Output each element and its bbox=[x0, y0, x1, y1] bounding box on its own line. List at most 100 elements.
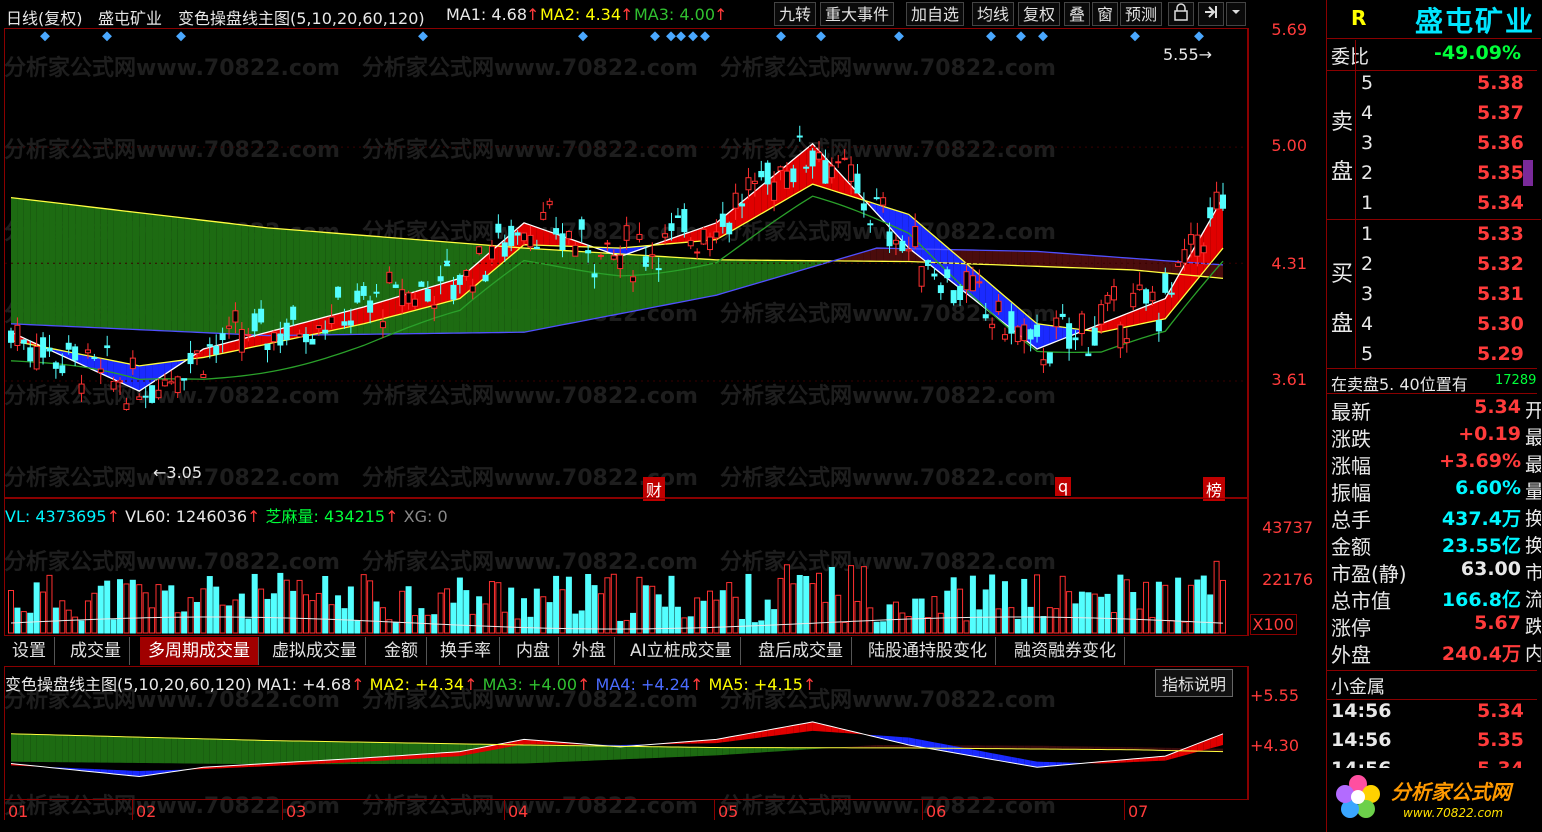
candle-body bbox=[989, 323, 996, 329]
tab-5[interactable]: 换手率 bbox=[432, 637, 500, 665]
candle-body bbox=[931, 273, 938, 277]
tab-0[interactable]: 设置 bbox=[4, 637, 55, 665]
volume-bar bbox=[290, 590, 297, 634]
jump-end-icon[interactable] bbox=[1198, 2, 1224, 26]
candle-body bbox=[206, 344, 213, 347]
ma-fast-ribbon bbox=[440, 282, 448, 304]
mini-ribbon bbox=[511, 744, 518, 764]
moving-average-button[interactable]: 均线 bbox=[972, 2, 1015, 26]
candle-body bbox=[540, 211, 547, 220]
candle-body bbox=[424, 288, 431, 302]
candle-body bbox=[860, 203, 867, 211]
ma-ribbon-segment bbox=[1133, 258, 1140, 271]
mini-ribbon bbox=[23, 734, 31, 762]
tab-2[interactable]: 多周期成交量 bbox=[140, 637, 259, 665]
tab-7[interactable]: 外盘 bbox=[564, 637, 615, 665]
mini-ribbon bbox=[549, 745, 557, 763]
volume-bar bbox=[1098, 596, 1105, 634]
period-label[interactable]: 日线(复权) bbox=[6, 5, 83, 29]
sector-name[interactable]: 小金属 bbox=[1331, 673, 1385, 699]
volume-bar bbox=[1091, 593, 1098, 634]
mini-ribbon bbox=[600, 745, 608, 761]
ma-ribbon-segment bbox=[1030, 251, 1038, 267]
chevron-down-icon[interactable] bbox=[1226, 2, 1246, 26]
volume-bar bbox=[700, 600, 707, 634]
tab-4[interactable]: 金额 bbox=[376, 637, 427, 665]
candle-body bbox=[1001, 334, 1008, 340]
mini-ribbon bbox=[697, 747, 704, 757]
tick-price: 5.34 bbox=[1477, 700, 1524, 722]
volume-bar bbox=[418, 608, 425, 634]
volume-bar bbox=[392, 621, 399, 634]
volume-bar bbox=[809, 583, 816, 634]
volume-bar bbox=[642, 585, 649, 634]
month-tick bbox=[132, 800, 133, 820]
stat-label: 外盘 bbox=[1331, 643, 1371, 667]
candle-body bbox=[578, 219, 585, 230]
candle-body bbox=[572, 244, 579, 257]
main-kline-pane[interactable]: ←3.05 5.55→ 财 q 榜 bbox=[4, 28, 1248, 501]
major-events-button[interactable]: 重大事件 bbox=[820, 2, 895, 26]
stat-label: 涨跌 bbox=[1331, 427, 1371, 451]
candle-body bbox=[1220, 194, 1226, 209]
overlay-button[interactable]: 叠 bbox=[1064, 2, 1091, 26]
candle-body bbox=[437, 276, 444, 282]
volume-bar bbox=[1008, 607, 1015, 634]
lock-icon[interactable] bbox=[1168, 2, 1194, 26]
ma-ribbon-segment bbox=[876, 248, 884, 262]
signal-diamond-icon bbox=[1016, 31, 1026, 42]
ma-ribbon-segment bbox=[120, 210, 127, 330]
mini-ribbon bbox=[517, 744, 525, 764]
overview-pane[interactable]: 变色操盘线主图(5,10,20,60,120) MA1: +4.68↑ MA2:… bbox=[4, 666, 1248, 800]
tab-8[interactable]: AI立桩成交量 bbox=[622, 637, 741, 665]
candle-body bbox=[585, 250, 592, 254]
forecast-button[interactable]: 预测 bbox=[1120, 2, 1163, 26]
sector-row[interactable]: 小金属 bbox=[1327, 670, 1537, 700]
volume-bar bbox=[1078, 591, 1085, 634]
overview-axis: +5.55 +4.30 bbox=[1248, 666, 1327, 800]
volume-bar bbox=[91, 592, 98, 634]
volume-bar bbox=[117, 579, 124, 634]
add-watchlist-button[interactable]: 加自选 bbox=[906, 2, 965, 26]
volume-bar bbox=[732, 596, 739, 634]
volume-pane[interactable]: VL: 4373695↑ VL60: 1246036↑ 芝麻量: 434215↑… bbox=[4, 498, 1248, 636]
volume-bar bbox=[270, 593, 277, 634]
month-label: 02 bbox=[136, 802, 157, 821]
window-button[interactable]: 窗 bbox=[1092, 2, 1119, 26]
panel-header: R 盛屯矿业 bbox=[1327, 0, 1541, 39]
mini-ribbon bbox=[665, 746, 672, 758]
candlestick-chart[interactable] bbox=[5, 29, 1247, 497]
candle-body bbox=[822, 160, 829, 184]
volume-bar bbox=[213, 586, 220, 634]
volume-bar bbox=[764, 599, 771, 634]
ma-ribbon-segment bbox=[1043, 251, 1050, 267]
tab-1[interactable]: 成交量 bbox=[62, 637, 130, 665]
tab-11[interactable]: 融资融券变化 bbox=[1006, 637, 1125, 665]
candle-body bbox=[418, 281, 425, 287]
volume-bar bbox=[1046, 607, 1053, 634]
q-marker[interactable]: q bbox=[1055, 477, 1072, 496]
volume-bar bbox=[46, 574, 53, 634]
candle-body bbox=[995, 300, 1002, 313]
month-tick bbox=[922, 800, 923, 820]
jiuzhuan-button[interactable]: 九转 bbox=[774, 2, 817, 26]
mini-ribbon bbox=[36, 734, 44, 763]
tab-9[interactable]: 盘后成交量 bbox=[750, 637, 852, 665]
candle-body bbox=[533, 246, 540, 250]
volume-bar bbox=[488, 581, 495, 634]
adjust-rights-button[interactable]: 复权 bbox=[1018, 2, 1061, 26]
candle-body bbox=[129, 357, 136, 370]
indicator-name[interactable]: 变色操盘线主图(5,10,20,60,120) bbox=[178, 5, 425, 29]
tab-6[interactable]: 内盘 bbox=[508, 637, 559, 665]
candle-body bbox=[1168, 292, 1175, 295]
volume-bar bbox=[251, 573, 258, 634]
ma-ribbon-segment bbox=[75, 205, 82, 328]
stat-cut-label: 跌 bbox=[1525, 616, 1541, 638]
price-tick: 3.61 bbox=[1271, 370, 1307, 389]
candle-body bbox=[1117, 324, 1124, 349]
ma-ribbon-segment bbox=[581, 251, 589, 322]
tab-10[interactable]: 陆股通持股变化 bbox=[860, 637, 996, 665]
candle-body bbox=[245, 334, 252, 337]
indicator-tabs: 设置 成交量 多周期成交量 虚拟成交量 金额 换手率 内盘 外盘 AI立桩成交量 盘后成交量 陆股通… bbox=[4, 637, 1248, 665]
tab-3[interactable]: 虚拟成交量 bbox=[264, 637, 366, 665]
